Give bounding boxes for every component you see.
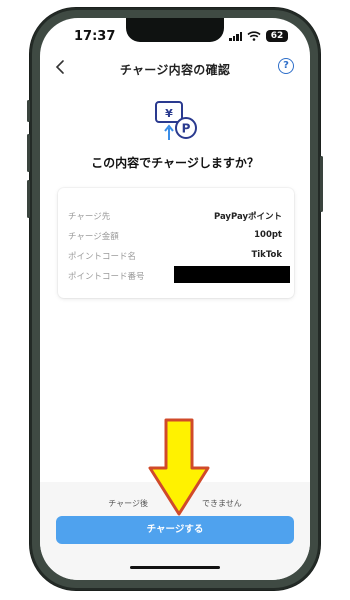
summary-row: チャージ先 PayPayポイント	[68, 210, 282, 226]
redaction-bar	[174, 266, 290, 283]
charge-summary-card: チャージ先 PayPayポイント チャージ金額 100pt ポイントコード名 T…	[58, 188, 294, 298]
phone-side-button	[320, 156, 323, 212]
status-bar: 17:37 62	[40, 18, 310, 52]
battery-icon: 62	[266, 30, 288, 42]
summary-value: 100pt	[254, 230, 282, 240]
charge-button[interactable]: チャージする	[56, 516, 294, 544]
summary-row: チャージ金額 100pt	[68, 230, 282, 246]
wifi-icon	[247, 31, 261, 41]
summary-label: ポイントコード名	[68, 252, 137, 262]
summary-row: ポイントコード名 TikTok	[68, 250, 282, 266]
confirmation-question: この内容でチャージしますか？	[91, 156, 259, 170]
phone-side-button	[27, 134, 30, 172]
svg-text:P: P	[182, 122, 191, 136]
svg-text:¥: ¥	[165, 107, 173, 120]
navigation-bar: チャージ内容の確認 ?	[40, 52, 310, 84]
notice-text-left: チャージ後	[108, 499, 148, 508]
page-title: チャージ内容の確認	[119, 63, 231, 77]
camera-notch	[126, 18, 224, 42]
status-time: 17:37	[74, 29, 116, 44]
phone-side-button	[27, 100, 30, 122]
charge-illustration-icon: ¥ P	[155, 101, 197, 140]
status-icons: 62	[229, 30, 288, 42]
summary-label: チャージ金額	[68, 232, 119, 242]
signal-icon	[229, 31, 242, 41]
down-arrow-annotation-icon	[148, 418, 210, 516]
summary-row: ポイントコード番号	[68, 266, 290, 286]
summary-value: PayPayポイント	[213, 212, 282, 222]
phone-side-button	[27, 180, 30, 218]
help-icon[interactable]: ?	[278, 58, 294, 74]
summary-label: チャージ先	[68, 212, 111, 222]
summary-label: ポイントコード番号	[68, 272, 145, 282]
summary-value: TikTok	[251, 250, 282, 260]
home-indicator	[130, 566, 220, 569]
